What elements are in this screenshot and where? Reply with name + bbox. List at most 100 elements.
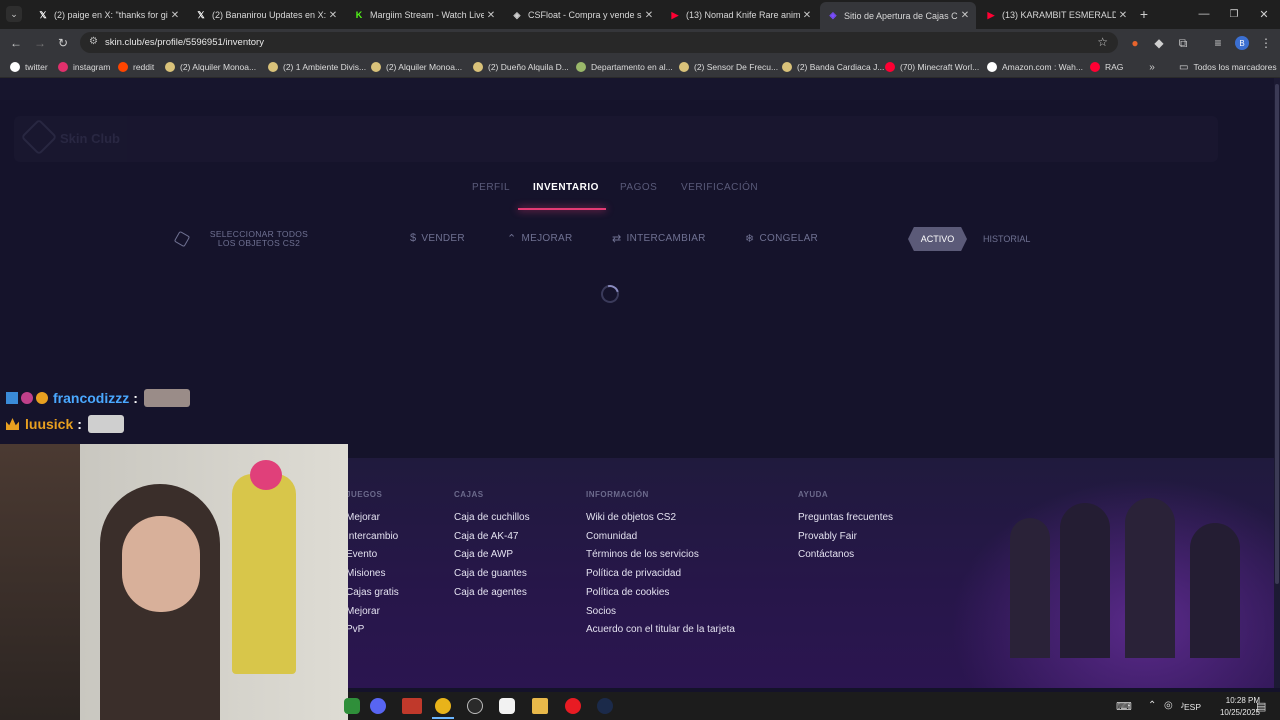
extension-icon[interactable]: ◆ (1151, 35, 1167, 51)
footer-link[interactable]: Política de privacidad (586, 568, 681, 579)
extensions-puzzle-icon[interactable]: ⧉ (1175, 35, 1191, 51)
media-control-icon[interactable]: ≡ (1210, 35, 1226, 51)
footer-link[interactable]: Caja de AK-47 (454, 531, 519, 542)
tray-expand-icon[interactable]: ⌃ (1148, 700, 1156, 711)
footer-link[interactable]: Provably Fair (798, 531, 857, 542)
bookmark-item[interactable]: twitter (10, 60, 48, 74)
footer-link[interactable]: Caja de guantes (454, 568, 527, 579)
back-icon[interactable]: ← (8, 35, 24, 51)
browser-tab[interactable]: K Margiim Stream - Watch Live o ✕ (346, 4, 502, 26)
clock-time[interactable]: 10:28 PM (1224, 696, 1260, 705)
filter-active-button[interactable]: ACTIVO (908, 227, 967, 251)
footer-link[interactable]: Contáctanos (798, 549, 854, 560)
extension-fox-icon[interactable]: ● (1127, 35, 1143, 51)
tab-verificacion[interactable]: VERIFICACIÓN (681, 182, 758, 193)
bookmark-item[interactable]: Departamento en al... (576, 60, 673, 74)
upgrade-button[interactable]: ⌃ MEJORAR (507, 232, 573, 245)
bookmark-item[interactable]: (2) 1 Ambiente Divis... (268, 60, 366, 74)
bookmark-item[interactable]: Amazon.com : Wah... (987, 60, 1083, 74)
profile-avatar-icon[interactable]: B (1235, 36, 1249, 50)
tab-pagos[interactable]: PAGOS (620, 182, 657, 193)
all-bookmarks-folder[interactable]: ▭ Todos los marcadores (1179, 60, 1277, 74)
chrome-icon[interactable] (435, 698, 451, 714)
browser-tab[interactable]: ◈ Sitio de Apertura de Cajas CS2 ✕ (820, 2, 976, 29)
footer-link[interactable]: Comunidad (586, 531, 637, 542)
bookmark-item[interactable]: (70) Minecraft Worl... (885, 60, 979, 74)
footer-heading-col3: INFORMACIÓN (586, 490, 649, 499)
select-all-checkbox[interactable] (173, 230, 191, 248)
bookmark-item[interactable]: RAG (1090, 60, 1123, 74)
language-bar-icon[interactable]: ⌨ (1116, 700, 1132, 713)
footer-link[interactable]: Mejorar (346, 606, 380, 617)
close-tab-icon[interactable]: ✕ (484, 10, 498, 21)
steam-icon[interactable] (597, 698, 613, 714)
footer-link[interactable]: Caja de cuchillos (454, 512, 530, 523)
browser-tab[interactable]: 𝕏 (2) Bananirou Updates en X: ""B✕ (188, 4, 344, 26)
page-scrollbar-thumb[interactable] (1275, 84, 1279, 584)
close-tab-icon[interactable]: ✕ (958, 10, 972, 21)
capcut-icon[interactable] (499, 698, 515, 714)
bookmark-item[interactable]: (2) Dueño Alquila D... (473, 60, 569, 74)
footer-link[interactable]: Caja de AWP (454, 549, 513, 560)
bookmark-star-icon[interactable]: ☆ (1097, 35, 1108, 49)
footer-link[interactable]: Wiki de objetos CS2 (586, 512, 676, 523)
freeze-button[interactable]: ❄ CONGELAR (745, 232, 818, 245)
bookmark-item[interactable]: reddit (118, 60, 154, 74)
forward-icon[interactable]: → (32, 35, 48, 51)
language-indicator[interactable]: ESP (1184, 702, 1201, 712)
close-tab-icon[interactable]: ✕ (1116, 10, 1130, 21)
close-tab-icon[interactable]: ✕ (800, 10, 814, 21)
bookmark-item[interactable]: (2) Alquiler Monoa... (165, 60, 256, 74)
bookmark-item[interactable]: (2) Sensor De Frecu... (679, 60, 778, 74)
footer-link[interactable]: Socios (586, 606, 616, 617)
footer-link[interactable]: Preguntas frecuentes (798, 512, 893, 523)
trade-button[interactable]: ⇄ INTERCAMBIAR (612, 232, 706, 245)
browser-tab[interactable]: ◈ CSFloat - Compra y vende skin ✕ (504, 4, 660, 26)
file-explorer-icon[interactable] (532, 698, 548, 714)
reload-icon[interactable]: ↻ (55, 35, 71, 51)
tab-inventario[interactable]: INVENTARIO (533, 182, 599, 193)
obs-icon[interactable] (467, 698, 483, 714)
footer-link[interactable]: Intercambio (346, 531, 398, 542)
footer-link[interactable]: Caja de agentes (454, 587, 527, 598)
skinclub-logo-icon[interactable] (20, 118, 58, 156)
tab-search-icon[interactable]: ⌄ (6, 6, 22, 22)
browser-tab[interactable]: ▶ (13) Nomad Knife Rare animati ✕ (662, 4, 818, 26)
browser-menu-icon[interactable]: ⋮ (1259, 35, 1273, 51)
bookmark-item[interactable]: (2) Banda Cardiaca J... (782, 60, 884, 74)
bookmark-item[interactable]: (2) Alquiler Monoa... (371, 60, 462, 74)
bookmark-item[interactable]: instagram (58, 60, 110, 74)
close-tab-icon[interactable]: ✕ (168, 10, 182, 21)
minimize-icon[interactable]: — (1196, 6, 1212, 22)
network-icon[interactable]: ◎ (1164, 700, 1173, 711)
footer-link[interactable]: Términos de los servicios (586, 549, 699, 560)
tab-perfil[interactable]: PERFIL (472, 182, 510, 193)
footer-link[interactable]: Misiones (346, 568, 385, 579)
restore-icon[interactable]: ❐ (1226, 6, 1242, 22)
close-tab-icon[interactable]: ✕ (642, 10, 656, 21)
more-bookmarks-icon[interactable]: » (1146, 60, 1158, 74)
clock-date[interactable]: 10/25/2025 (1218, 708, 1260, 717)
discord-icon[interactable] (370, 698, 386, 714)
footer-link[interactable]: Cajas gratis (346, 587, 399, 598)
notifications-icon[interactable]: ▤ (1256, 700, 1266, 713)
filter-history-button[interactable]: HISTORIAL (983, 234, 1030, 244)
browser-tab[interactable]: 𝕏 (2) paige en X: "thanks for givin ✕ (30, 4, 186, 26)
site-info-icon[interactable]: ⚙ (89, 36, 98, 47)
footer-link[interactable]: Acuerdo con el titular de la tarjeta (586, 624, 735, 635)
close-tab-icon[interactable]: ✕ (326, 10, 340, 21)
footer-link[interactable]: Evento (346, 549, 377, 560)
site-logo-text[interactable]: Skin Club (60, 131, 120, 146)
footer-link[interactable]: PvP (346, 624, 364, 635)
close-window-icon[interactable]: ✕ (1256, 6, 1272, 22)
footer-heading-col1: JUEGOS (346, 490, 383, 499)
footer-link[interactable]: Política de cookies (586, 587, 669, 598)
url-bar[interactable]: ⚙ skin.club/es/profile/5596951/inventory… (80, 32, 1118, 53)
sell-button[interactable]: $ VENDER (410, 232, 465, 244)
taskbar-app-icon[interactable] (344, 698, 360, 714)
opera-icon[interactable] (565, 698, 581, 714)
footer-link[interactable]: Mejorar (346, 512, 380, 523)
app-icon[interactable] (402, 698, 422, 714)
browser-tab[interactable]: ▶ (13) KARAMBIT ESMERALD - Yo✕ (978, 4, 1134, 26)
new-tab-icon[interactable]: + (1136, 6, 1152, 22)
